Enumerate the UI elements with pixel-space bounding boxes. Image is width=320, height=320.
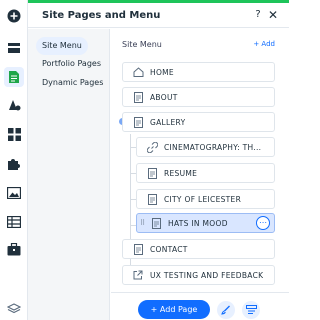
help-icon[interactable]: ? [252, 9, 264, 20]
page-label: HOME [150, 67, 174, 77]
page-item-home[interactable]: HOME [122, 62, 275, 82]
business-icon[interactable] [7, 242, 21, 256]
home-icon [131, 66, 145, 78]
table-icon[interactable] [7, 215, 21, 229]
pages-subnav: Site Menu Portfolio Pages Dynamic Pages [28, 29, 110, 320]
add-icon[interactable] [7, 9, 21, 23]
page-icon [145, 167, 159, 179]
page-label: CITY OF LEICESTER [164, 194, 242, 204]
page-item-gallery[interactable]: GALLERY [122, 112, 275, 132]
subnav-item-portfolio-pages[interactable]: Portfolio Pages [36, 55, 107, 73]
design-icon[interactable] [7, 98, 21, 112]
panel-footer: + Add Page [111, 292, 289, 320]
page-label: GALLERY [150, 117, 186, 127]
page-item-ux-testing-and-feedback[interactable]: UX TESTING AND FEEDBACK [122, 265, 275, 285]
pages-icon[interactable] [4, 67, 24, 87]
puzzle-icon[interactable] [7, 157, 21, 171]
page-label: ABOUT [150, 92, 178, 102]
layers-icon[interactable] [7, 302, 21, 316]
page-icon [131, 91, 145, 103]
page-label: UX TESTING AND FEEDBACK [150, 270, 264, 280]
panel-title: Site Pages and Menu [42, 10, 161, 21]
page-label: RESUME [164, 168, 198, 178]
media-icon[interactable] [7, 186, 21, 200]
page-icon [131, 243, 145, 255]
subnav-item-dynamic-pages[interactable]: Dynamic Pages [36, 74, 109, 92]
close-icon[interactable]: ✕ [267, 8, 279, 22]
apps-icon[interactable] [7, 127, 21, 141]
panel-header: Site Pages and Menu ? ✕ [28, 3, 289, 28]
page-item-city-of-leicester[interactable]: CITY OF LEICESTER [136, 189, 275, 209]
sections-icon[interactable] [7, 41, 21, 55]
menu-design-icon[interactable] [242, 301, 260, 319]
page-icon [145, 193, 159, 205]
section-title: Site Menu [122, 40, 162, 49]
page-label: CONTACT [150, 244, 188, 254]
drag-handle-icon[interactable]: ⠿ [140, 219, 146, 227]
subnav-item-site-menu[interactable]: Site Menu [36, 37, 88, 55]
add-page-button[interactable]: + Add Page [138, 300, 210, 319]
page-item-about[interactable]: ABOUT [122, 87, 275, 107]
page-label: HATS IN MOOD [168, 218, 228, 228]
site-menu-panel: Site Menu + Add HOME ABOUT GALLERY CINEM… [111, 29, 289, 320]
page-icon [131, 116, 145, 128]
editor-left-rail [0, 0, 28, 320]
link-icon [145, 141, 159, 153]
page-icon [149, 217, 163, 229]
page-label: CINEMATOGRAPHY: TH... [164, 142, 262, 152]
more-actions-icon[interactable]: ⋯ [256, 216, 270, 230]
brush-icon[interactable] [217, 301, 235, 319]
page-item-hats-in-mood[interactable]: ⠿ HATS IN MOOD ⋯ [136, 213, 275, 233]
external-link-icon [131, 269, 145, 281]
page-item-contact[interactable]: CONTACT [122, 239, 275, 259]
page-item-resume[interactable]: RESUME [136, 163, 275, 183]
add-menu-item-link[interactable]: + Add [253, 40, 275, 48]
page-item-cinematography[interactable]: CINEMATOGRAPHY: TH... [136, 137, 275, 157]
